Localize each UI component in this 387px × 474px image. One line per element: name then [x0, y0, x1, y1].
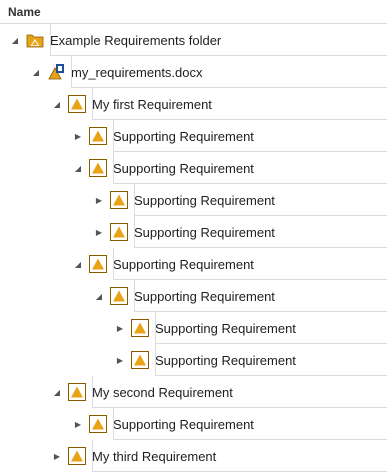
tree-item-label: My third Requirement: [92, 448, 217, 464]
requirement-icon: [110, 191, 128, 209]
tree-item-label: Supporting Requirement: [134, 288, 275, 304]
tree-item[interactable]: ◢ Supporting Requirement: [94, 280, 275, 312]
row-divider-vertical: [92, 376, 93, 408]
row-divider-horizontal: [134, 247, 387, 248]
row-divider-vertical: [113, 152, 114, 184]
row-divider-horizontal: [113, 279, 387, 280]
requirement-icon: [131, 351, 149, 369]
requirements-tree-panel: Name ◢ Example Requirements folder ◢ my_r…: [0, 0, 387, 474]
expander-collapsed-icon[interactable]: ▶: [115, 355, 125, 365]
expander-expanded-icon[interactable]: ◢: [73, 163, 83, 173]
folder-requirement-icon: [26, 31, 44, 49]
tree-item-label: Example Requirements folder: [50, 32, 222, 48]
requirement-icon: [89, 255, 107, 273]
row-divider-vertical: [134, 280, 135, 312]
requirement-icon: [89, 159, 107, 177]
row-divider-vertical: [155, 344, 156, 376]
row-divider-vertical: [92, 440, 93, 472]
tree-item-label: Supporting Requirement: [134, 192, 275, 208]
requirement-icon: [131, 319, 149, 337]
expander-collapsed-icon[interactable]: ▶: [94, 227, 104, 237]
row-divider-horizontal: [50, 55, 387, 56]
tree-item[interactable]: ▶ Supporting Requirement: [73, 408, 254, 440]
tree-item[interactable]: ◢ Example Requirements folder: [10, 24, 221, 56]
expander-expanded-icon[interactable]: ◢: [94, 291, 104, 301]
expander-expanded-icon[interactable]: ◢: [31, 67, 41, 77]
tree-item-label: Supporting Requirement: [134, 224, 275, 240]
row-divider-horizontal: [113, 183, 387, 184]
requirement-icon: [68, 383, 86, 401]
tree-item[interactable]: ◢ My first Requirement: [52, 88, 212, 120]
tree-item[interactable]: ◢ Supporting Requirement: [73, 248, 254, 280]
tree-item[interactable]: ▶ Supporting Requirement: [115, 344, 296, 376]
tree-item-label: Supporting Requirement: [113, 160, 254, 176]
expander-collapsed-icon[interactable]: ▶: [115, 323, 125, 333]
requirement-icon: [68, 95, 86, 113]
row-divider-horizontal: [155, 375, 387, 376]
row-divider-horizontal: [71, 87, 387, 88]
row-divider-horizontal: [92, 471, 387, 472]
row-divider-vertical: [134, 184, 135, 216]
tree-item-label: Supporting Requirement: [113, 416, 254, 432]
expander-collapsed-icon[interactable]: ▶: [73, 419, 83, 429]
row-divider-horizontal: [92, 407, 387, 408]
requirement-icon: [89, 415, 107, 433]
tree-item-label: Supporting Requirement: [155, 352, 296, 368]
row-divider-vertical: [50, 24, 51, 56]
row-divider-horizontal: [155, 343, 387, 344]
name-column-header[interactable]: Name: [0, 0, 387, 24]
row-divider-vertical: [113, 408, 114, 440]
tree-item-label: Supporting Requirement: [113, 128, 254, 144]
row-divider-horizontal: [134, 215, 387, 216]
row-divider-horizontal: [113, 151, 387, 152]
tree-item[interactable]: ▶ Supporting Requirement: [94, 216, 275, 248]
requirement-icon: [89, 127, 107, 145]
row-divider-vertical: [113, 248, 114, 280]
tree-item-label: my_requirements.docx: [71, 64, 203, 80]
row-divider-horizontal: [134, 311, 387, 312]
row-divider-vertical: [92, 88, 93, 120]
tree-item-label: My first Requirement: [92, 96, 212, 112]
tree-item[interactable]: ▶ Supporting Requirement: [115, 312, 296, 344]
expander-expanded-icon[interactable]: ◢: [52, 387, 62, 397]
expander-collapsed-icon[interactable]: ▶: [73, 131, 83, 141]
tree-item-label: Supporting Requirement: [113, 256, 254, 272]
tree-item[interactable]: ▶ My third Requirement: [52, 440, 216, 472]
row-divider-horizontal: [113, 439, 387, 440]
row-divider-vertical: [71, 56, 72, 88]
requirement-icon: [110, 223, 128, 241]
requirement-icon: [110, 287, 128, 305]
row-divider-vertical: [113, 120, 114, 152]
expander-expanded-icon[interactable]: ◢: [10, 35, 20, 45]
expander-expanded-icon[interactable]: ◢: [52, 99, 62, 109]
tree-item-label: My second Requirement: [92, 384, 233, 400]
tree-item[interactable]: ▶ Supporting Requirement: [94, 184, 275, 216]
tree-item[interactable]: ▶ Supporting Requirement: [73, 120, 254, 152]
expander-collapsed-icon[interactable]: ▶: [94, 195, 104, 205]
document-requirement-icon: [47, 63, 65, 81]
row-divider-vertical: [134, 216, 135, 248]
expander-expanded-icon[interactable]: ◢: [73, 259, 83, 269]
row-divider-horizontal: [92, 119, 387, 120]
requirement-icon: [68, 447, 86, 465]
tree-item[interactable]: ◢ My second Requirement: [52, 376, 233, 408]
tree-item[interactable]: ◢ my_requirements.docx: [31, 56, 203, 88]
tree-item-label: Supporting Requirement: [155, 320, 296, 336]
row-divider-vertical: [155, 312, 156, 344]
expander-collapsed-icon[interactable]: ▶: [52, 451, 62, 461]
tree-item[interactable]: ◢ Supporting Requirement: [73, 152, 254, 184]
